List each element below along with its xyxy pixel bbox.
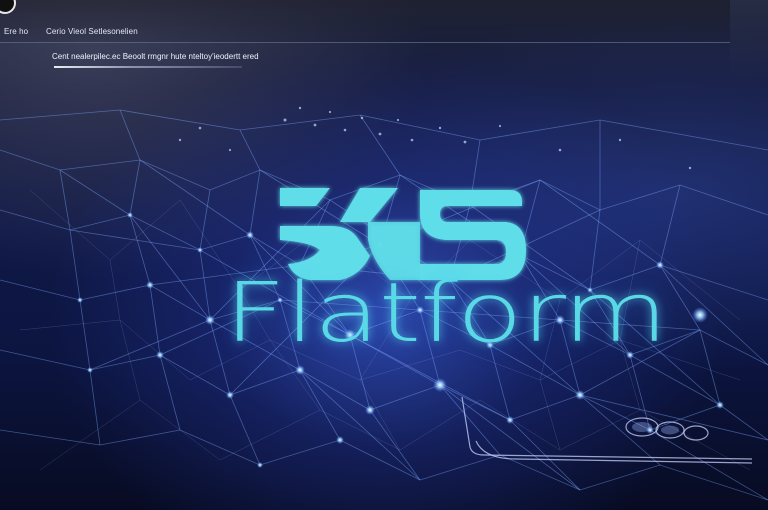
right-panel [730,0,768,80]
search-bar[interactable]: Cent nealerpilec.ec Beoolt rmgnr hute nt… [52,52,312,68]
topbar-right-label[interactable]: Cerio Vieol Setlesonelien [46,27,138,36]
search-text[interactable]: Cent nealerpilec.ec Beoolt rmgnr hute nt… [52,52,259,61]
avatar[interactable] [0,0,16,14]
platform-wordmark: Flatform [224,266,668,361]
screen: Ere ho Cerio Vieol Setlesonelien Cent ne… [0,0,768,510]
search-underline [54,66,242,68]
topbar-left-label[interactable]: Ere ho [4,27,28,36]
device-outline [461,396,753,464]
top-bar: Ere ho Cerio Vieol Setlesonelien [0,0,730,43]
